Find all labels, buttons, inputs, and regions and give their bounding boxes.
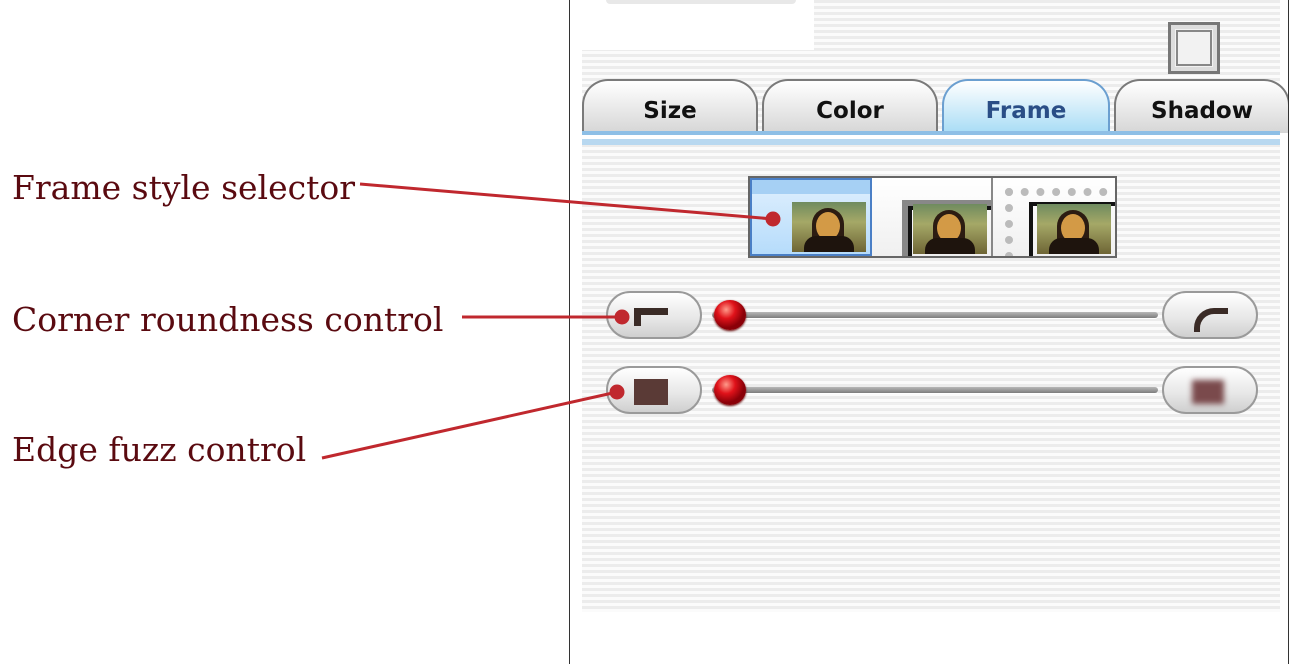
frame-style-stamp-button[interactable]: [993, 178, 1115, 256]
fuzzy-edge-square-icon: [1192, 380, 1224, 404]
edge-fuzz-knob[interactable]: [714, 375, 746, 405]
tab-underline: [582, 131, 1280, 145]
fuzzy-edge-button[interactable]: [1162, 366, 1258, 414]
tab-size[interactable]: Size: [582, 79, 758, 133]
edge-fuzz-slider: [606, 366, 1258, 416]
edge-fuzz-callout: Edge fuzz control: [12, 430, 307, 469]
frame-style-square-button[interactable]: [871, 178, 994, 256]
stamp-frame-thumbnail-icon: [1037, 204, 1111, 254]
corner-roundness-knob[interactable]: [714, 300, 746, 330]
sharp-edge-square-icon: [634, 379, 668, 405]
square-corner-button[interactable]: [606, 291, 702, 339]
corner-roundness-track[interactable]: [712, 312, 1158, 318]
frame-style-selector: [748, 176, 1117, 258]
round-corner-button[interactable]: [1162, 291, 1258, 339]
title-area: [582, 0, 814, 50]
corner-roundness-slider: [606, 291, 1258, 341]
edge-fuzz-track[interactable]: [712, 387, 1158, 393]
frame-settings-panel: Size Color Frame Shadow: [569, 0, 1289, 664]
corner-roundness-callout: Corner roundness control: [12, 300, 444, 339]
sharp-edge-button[interactable]: [606, 366, 702, 414]
frame-style-callout: Frame style selector: [12, 168, 356, 207]
round-corner-icon: [1194, 308, 1228, 332]
tab-bar: Size Color Frame Shadow: [582, 79, 1288, 133]
frame-style-none-button[interactable]: [750, 178, 872, 256]
tab-color[interactable]: Color: [762, 79, 938, 133]
frame-preview-icon: [1168, 22, 1220, 74]
tab-shadow[interactable]: Shadow: [1114, 79, 1288, 133]
square-corner-icon: [634, 308, 668, 326]
no-frame-thumbnail-icon: [791, 202, 866, 252]
square-frame-thumbnail-icon: [913, 204, 988, 254]
tab-frame[interactable]: Frame: [942, 79, 1110, 133]
